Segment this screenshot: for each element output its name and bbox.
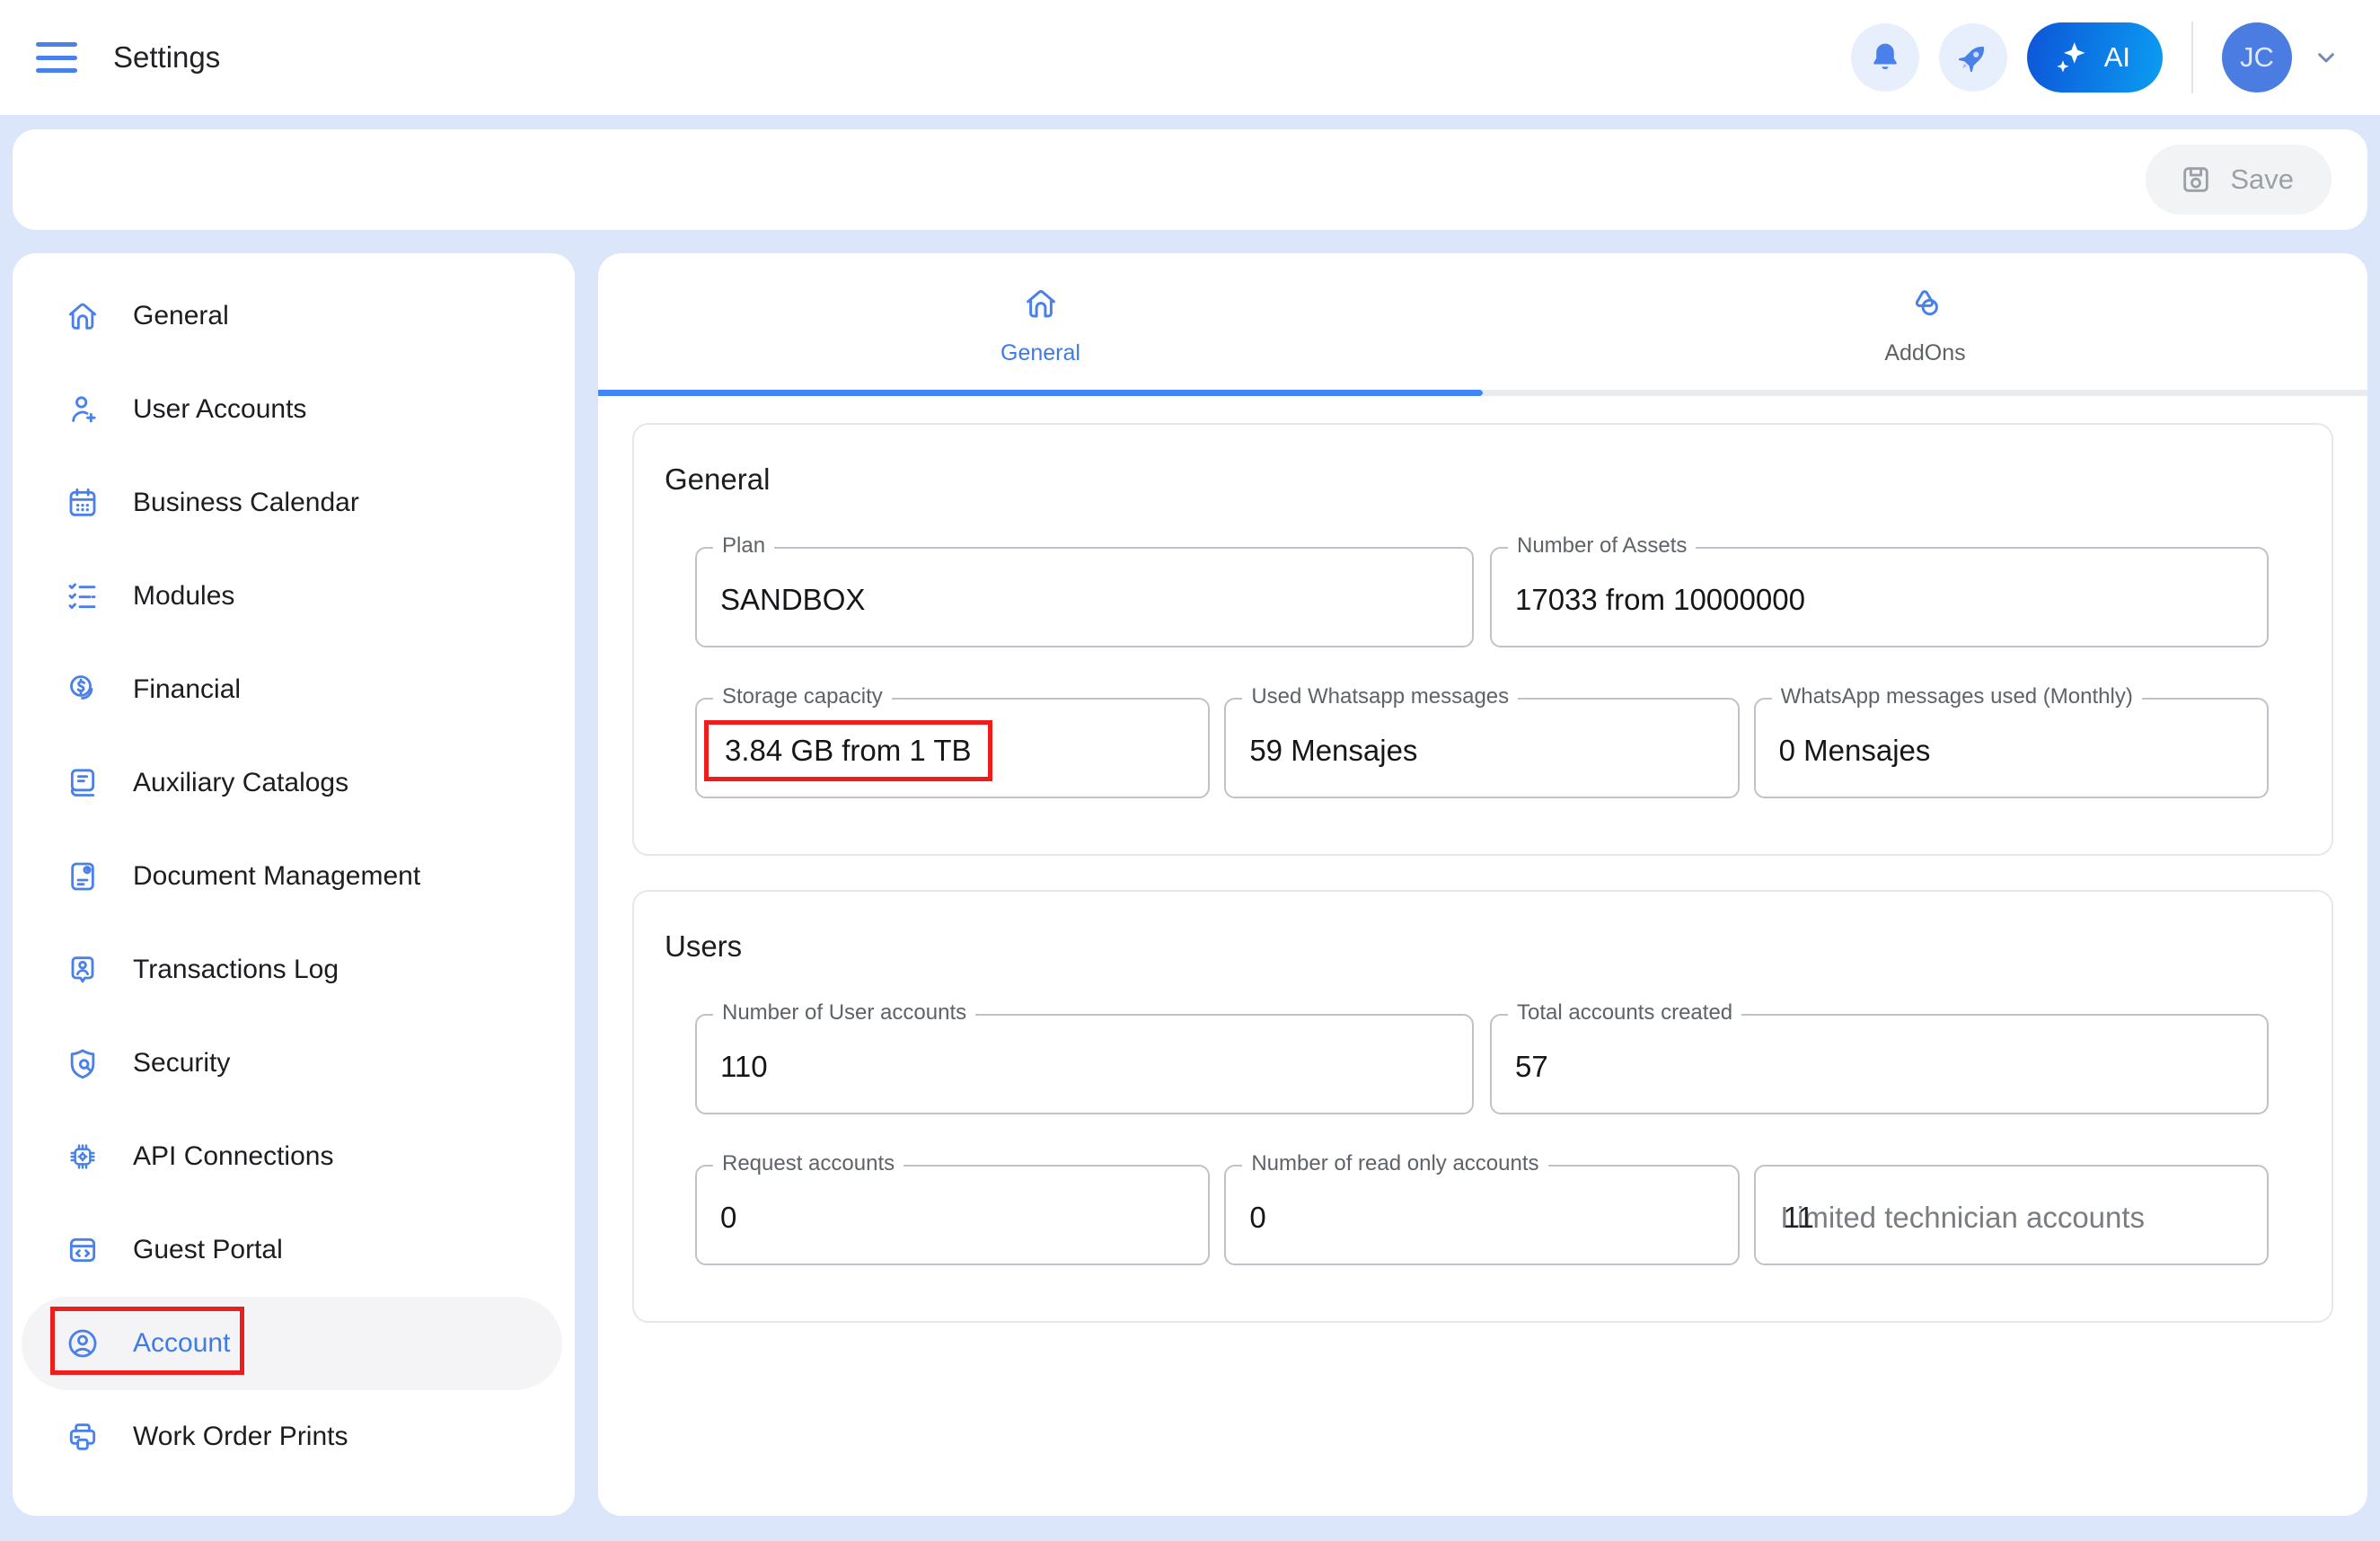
shapes-icon (1907, 285, 1944, 322)
header-divider (2191, 22, 2193, 93)
field-used-whatsapp-messages[interactable]: Used Whatsapp messages 59 Mensajes (1224, 698, 1739, 798)
printer-icon (65, 1419, 101, 1455)
tab-content: General Plan SANDBOX Number of Assets 17… (598, 396, 2367, 1350)
active-tab-indicator (598, 390, 1483, 396)
sidebar-item-work-order-prints[interactable]: Work Order Prints (13, 1390, 575, 1484)
app-header: Settings (0, 0, 2380, 115)
browser-code-icon (65, 1232, 101, 1268)
general-fields-row-2: Storage capacity 3.84 GB from 1 TB Used … (695, 698, 2269, 798)
page-title: Settings (113, 40, 220, 75)
bell-icon (1866, 39, 1904, 76)
tab-addons[interactable]: AddOns (1483, 253, 2367, 390)
sidebar-item-financial[interactable]: Financial (13, 643, 575, 736)
coin-dollar-icon (65, 672, 101, 708)
field-storage-capacity[interactable]: Storage capacity 3.84 GB from 1 TB (695, 698, 1210, 798)
sidebar-item-business-calendar[interactable]: Business Calendar (13, 456, 575, 550)
home-icon (65, 298, 101, 334)
checklist-icon (65, 578, 101, 614)
content-area: General User Accounts (13, 253, 2367, 1516)
users-card: Users Number of User accounts 110 Total … (632, 890, 2333, 1323)
field-request-accounts[interactable]: Request accounts 0 (695, 1165, 1210, 1265)
ai-assistant-button[interactable]: AI (2027, 22, 2163, 92)
annotation-red-box: 3.84 GB from 1 TB (704, 720, 992, 781)
person-circle-icon (65, 1325, 101, 1361)
shield-search-icon (65, 1045, 101, 1081)
sidebar-item-transactions-log[interactable]: Transactions Log (13, 923, 575, 1017)
person-badge-icon (65, 952, 101, 988)
settings-sidebar: General User Accounts (13, 253, 575, 1516)
field-plan[interactable]: Plan SANDBOX (695, 547, 1474, 647)
sidebar-item-auxiliary-catalogs[interactable]: Auxiliary Catalogs (13, 736, 575, 830)
calendar-icon (65, 485, 101, 521)
floppy-disk-icon (2178, 162, 2214, 198)
menu-hamburger-icon[interactable] (36, 42, 77, 73)
general-card-title: General (665, 462, 2269, 497)
users-card-title: Users (665, 929, 2269, 964)
save-toolbar: Save (13, 129, 2367, 230)
sidebar-item-security[interactable]: Security (13, 1017, 575, 1110)
home-icon (1022, 285, 1060, 322)
rocket-icon (1954, 39, 1992, 76)
field-number-of-assets[interactable]: Number of Assets 17033 from 10000000 (1490, 547, 2269, 647)
save-button-label: Save (2230, 163, 2294, 196)
user-plus-icon (65, 392, 101, 427)
ai-button-label: AI (2104, 41, 2130, 74)
tab-underline (598, 390, 2367, 396)
tab-addons-label: AddOns (1884, 340, 1965, 366)
chevron-down-icon[interactable] (2312, 43, 2340, 72)
sidebar-item-user-accounts[interactable]: User Accounts (13, 363, 575, 456)
settings-main-panel: General AddOns General (598, 253, 2367, 1516)
tab-bar: General AddOns (598, 253, 2367, 390)
sidebar-item-guest-portal[interactable]: Guest Portal (13, 1203, 575, 1297)
sidebar-item-account[interactable]: Account (22, 1297, 562, 1390)
launch-button[interactable] (1939, 23, 2007, 92)
sidebar-item-general[interactable]: General (13, 269, 575, 363)
avatar[interactable]: JC (2222, 22, 2292, 92)
header-actions: AI JC (1851, 22, 2340, 93)
tab-general-label: General (1000, 340, 1080, 366)
users-fields-row-2: Request accounts 0 Number of read only a… (695, 1165, 2269, 1265)
general-fields-row-1: Plan SANDBOX Number of Assets 17033 from… (695, 547, 2269, 647)
sidebar-item-modules[interactable]: Modules (13, 550, 575, 643)
field-total-accounts-created[interactable]: Total accounts created 57 (1490, 1014, 2269, 1114)
users-fields-row-1: Number of User accounts 110 Total accoun… (695, 1014, 2269, 1114)
notifications-button[interactable] (1851, 23, 1919, 92)
sidebar-item-api-connections[interactable]: API Connections (13, 1110, 575, 1203)
book-icon (65, 765, 101, 801)
tab-general[interactable]: General (598, 253, 1483, 390)
field-whatsapp-messages-monthly[interactable]: WhatsApp messages used (Monthly) 0 Mensa… (1754, 698, 2269, 798)
sparkle-icon (2050, 38, 2090, 77)
general-card: General Plan SANDBOX Number of Assets 17… (632, 423, 2333, 856)
field-number-of-user-accounts[interactable]: Number of User accounts 110 (695, 1014, 1474, 1114)
document-icon (65, 859, 101, 894)
field-limited-technician-accounts[interactable]: 11 Limited technician accounts (1754, 1165, 2269, 1265)
sidebar-item-document-management[interactable]: Document Management (13, 830, 575, 923)
save-button[interactable]: Save (2146, 145, 2332, 215)
field-number-of-read-only-accounts[interactable]: Number of read only accounts 0 (1224, 1165, 1739, 1265)
chip-gear-icon (65, 1139, 101, 1175)
